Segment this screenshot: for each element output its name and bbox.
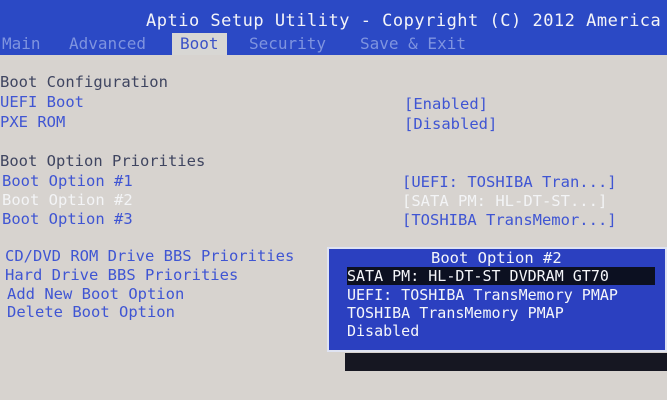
- tab-security[interactable]: Security: [249, 33, 326, 55]
- boot-configuration-heading: Boot Configuration: [0, 73, 168, 91]
- boot-option-3-value[interactable]: [TOSHIBA TransMemor...]: [402, 210, 617, 230]
- boot-option-1-item[interactable]: Boot Option #1: [2, 171, 133, 191]
- tab-boot[interactable]: Boot: [172, 33, 227, 55]
- popup-option-sata-dvdram[interactable]: SATA PM: HL-DT-ST DVDRAM GT70: [347, 267, 655, 285]
- boot-option-2-value[interactable]: [SATA PM: HL-DT-ST...]: [402, 191, 607, 211]
- boot-option-1-value[interactable]: [UEFI: TOSHIBA Tran...]: [402, 172, 617, 192]
- tab-main[interactable]: Main: [2, 33, 41, 55]
- pxe-rom-item[interactable]: PXE ROM: [0, 112, 65, 132]
- add-new-boot-option-link[interactable]: Add New Boot Option: [7, 284, 184, 304]
- uefi-boot-value[interactable]: [Enabled]: [404, 94, 488, 114]
- boot-option-popup[interactable]: Boot Option #2 SATA PM: HL-DT-ST DVDRAM …: [327, 247, 667, 352]
- header-bar: Aptio Setup Utility - Copyright (C) 2012…: [0, 0, 667, 55]
- boot-option-priorities-heading: Boot Option Priorities: [0, 152, 206, 170]
- tab-save-exit[interactable]: Save & Exit: [360, 33, 466, 55]
- boot-option-2-item[interactable]: Boot Option #2: [2, 190, 133, 210]
- cd-dvd-bbs-priorities-link[interactable]: CD/DVD ROM Drive BBS Priorities: [5, 246, 294, 266]
- boot-option-3-item[interactable]: Boot Option #3: [2, 209, 133, 229]
- popup-shadow: [345, 353, 667, 371]
- pxe-rom-value[interactable]: [Disabled]: [404, 114, 497, 134]
- app-title: Aptio Setup Utility - Copyright (C) 2012…: [146, 11, 662, 31]
- tab-bar: Main Advanced Boot Security Save & Exit: [0, 33, 667, 55]
- popup-title: Boot Option #2: [425, 249, 568, 267]
- hard-drive-bbs-priorities-link[interactable]: Hard Drive BBS Priorities: [5, 265, 238, 285]
- popup-option-toshiba[interactable]: TOSHIBA TransMemory PMAP: [347, 304, 655, 322]
- tab-advanced[interactable]: Advanced: [69, 33, 146, 55]
- popup-option-uefi-toshiba[interactable]: UEFI: TOSHIBA TransMemory PMAP: [347, 286, 655, 304]
- popup-option-disabled[interactable]: Disabled: [347, 322, 655, 340]
- delete-boot-option-link[interactable]: Delete Boot Option: [7, 302, 175, 322]
- uefi-boot-item[interactable]: UEFI Boot: [0, 92, 84, 112]
